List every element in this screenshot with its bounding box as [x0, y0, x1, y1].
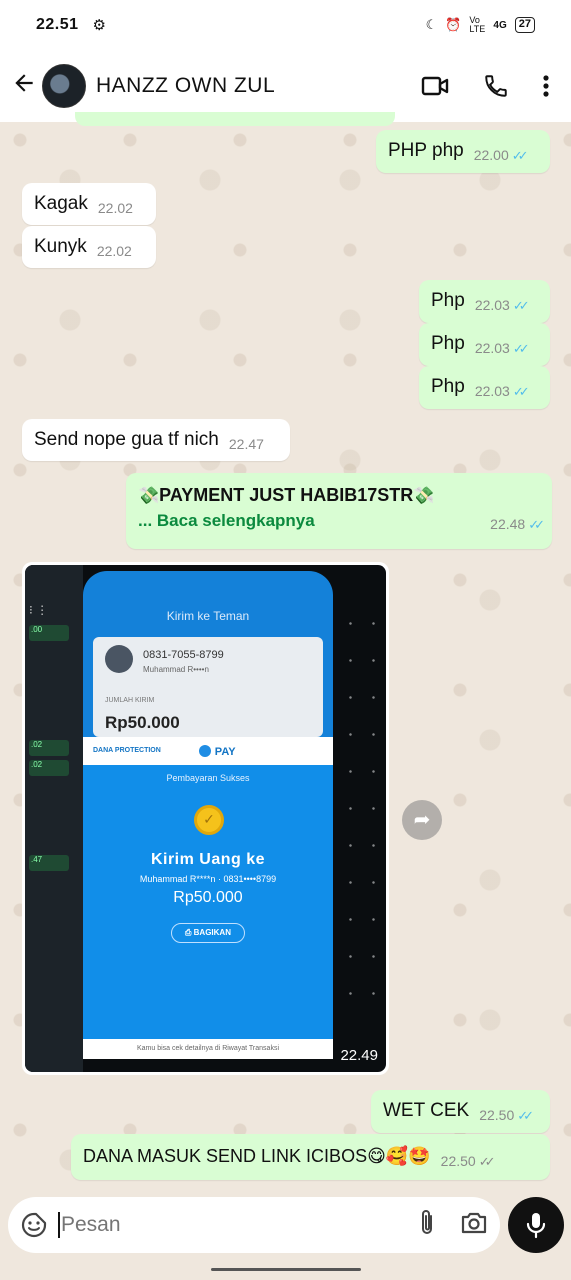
message-time: 22.02 [96, 243, 132, 259]
contact-name[interactable]: HANZZ OWN ZUL [96, 74, 275, 98]
image-time: 22.49 [340, 1047, 378, 1064]
message-incoming[interactable]: Send nope gua tf nich 22.47 [22, 419, 290, 461]
share-label: BAGIKAN [193, 928, 231, 937]
recipient-avatar [105, 645, 133, 673]
message-incoming[interactable]: Kagak 22.02 [22, 183, 156, 225]
message-text: Kagak [34, 193, 88, 214]
message-outgoing[interactable]: Php 22.03 ✓✓ [419, 366, 550, 409]
settings-gear-icon: ⚙ [92, 17, 106, 34]
message-time: 22.50 [440, 1153, 476, 1169]
message-outgoing[interactable]: Php 22.03 ✓✓ [419, 323, 550, 366]
recipient-name: Muhammad R••••n [143, 665, 209, 674]
screenshot-time: .02 [29, 760, 69, 776]
message-time: 22.47 [228, 436, 264, 452]
screenshot-left-panel: ⁝ ⋮ .00 .02 .02 .47 [25, 565, 83, 1072]
volte-indicator: Vo LTE [469, 15, 486, 34]
read-ticks-icon: ✓✓ [512, 384, 530, 399]
status-icons: ☾ ⏰ Vo LTE 4G 27 [426, 16, 535, 34]
back-arrow-icon[interactable] [6, 70, 42, 103]
message-text: Php [431, 333, 465, 354]
attach-icon[interactable] [418, 1208, 436, 1243]
text-cursor [58, 1212, 60, 1238]
previous-message-edge [75, 112, 395, 126]
payment-footer: Kamu bisa cek detailnya di Riwayat Trans… [83, 1039, 333, 1059]
message-outgoing[interactable]: WET CEK 22.50 ✓✓ [371, 1090, 550, 1133]
read-ticks-icon: ✓✓ [511, 148, 529, 163]
signal-indicator: 4G [493, 19, 507, 31]
message-outgoing[interactable]: PHP php 22.00 ✓✓ [376, 130, 550, 173]
dots-icon: ⁝ ⋮ [29, 603, 49, 617]
video-call-icon[interactable] [421, 75, 449, 97]
message-outgoing[interactable]: Php 22.03 ✓✓ [419, 280, 550, 323]
battery-indicator: 27 [514, 17, 535, 33]
read-ticks-icon: ✓✓ [512, 298, 530, 313]
forward-icon[interactable]: ➦ [402, 800, 442, 840]
screenshot-time: .47 [29, 855, 69, 871]
message-text: WET CEK [383, 1100, 470, 1121]
moon-icon: ☾ [425, 17, 438, 32]
payment-screenshot[interactable]: ⁝ ⋮ .00 .02 .02 .47 Kirim ke Teman 0831-… [25, 565, 386, 1072]
read-ticks-icon: ✓✓ [517, 1108, 534, 1123]
payment-title-line: 💸PAYMENT JUST HABIB17STR💸 [138, 483, 540, 508]
contact-avatar[interactable] [42, 64, 86, 108]
message-time: 22.03 [474, 297, 510, 313]
message-incoming[interactable]: Kunyk 22.02 [22, 226, 156, 268]
message-time: 22.03 [474, 383, 510, 399]
money-emoji-icon: 💸 [413, 486, 435, 505]
message-time: 22.02 [97, 200, 133, 216]
payment-heading: Kirim Uang ke [150, 851, 266, 868]
phone-icon[interactable] [483, 73, 509, 99]
money-emoji-icon: 💸 [138, 486, 160, 505]
payment-header: DANA PROTECTION PAY [83, 737, 333, 765]
message-text: Send nope gua tf nich [34, 429, 219, 450]
transfer-screen: Kirim ke Teman 0831-7055-8799 Muhammad R… [83, 571, 333, 741]
message-input-bar [8, 1197, 500, 1253]
transfer-title: Kirim ke Teman [166, 609, 250, 623]
alarm-icon: ⏰ [445, 17, 462, 32]
payment-amount: Rp50.000 [173, 889, 243, 906]
message-text: Kunyk [34, 236, 87, 257]
screenshot-time: .00 [29, 625, 69, 641]
system-nav-bar [0, 1260, 571, 1280]
message-input[interactable] [61, 1213, 361, 1237]
message-outgoing[interactable]: DANA MASUK SEND LINK ICIBOS😋🥰🤩 22.50 ✓✓ [71, 1134, 550, 1180]
status-time: 22.51 [36, 16, 79, 33]
screenshot-time: .02 [29, 740, 69, 756]
status-bar: 22.51 ⚙ ☾ ⏰ Vo LTE 4G 27 [0, 0, 571, 50]
message-image[interactable]: ⁝ ⋮ .00 .02 .02 .47 Kirim ke Teman 0831-… [22, 562, 389, 1075]
pay-logo: PAY [199, 745, 236, 758]
delivered-ticks-icon: ✓✓ [478, 1154, 496, 1169]
success-check-icon: ✓ [194, 805, 224, 835]
message-text: Php [431, 290, 465, 311]
amount-value: Rp50.000 [105, 713, 180, 732]
payment-recipient: Muhammad R****n · 0831••••8799 [139, 874, 277, 884]
message-time: 22.00 [473, 147, 509, 163]
payment-success-panel: DANA PROTECTION PAY Pembayaran Sukses ✓ … [83, 737, 333, 1059]
message-text: PAYMENT JUST HABIB17STR [159, 485, 414, 505]
microphone-icon [526, 1213, 546, 1239]
payment-status: Pembayaran Sukses [166, 773, 250, 783]
share-button: ⎙ BAGIKAN [171, 923, 245, 943]
read-more-link[interactable]: ... Baca selengkapnya [138, 509, 315, 533]
voice-record-button[interactable] [508, 1197, 564, 1253]
message-text: DANA MASUK SEND LINK ICIBOS😋🥰🤩 [83, 1146, 431, 1166]
message-time: 22.50 [479, 1107, 515, 1123]
camera-icon[interactable] [460, 1210, 488, 1241]
message-time: 22.03 [474, 340, 510, 356]
message-text: PHP php [388, 140, 464, 161]
dana-protection-logo: DANA PROTECTION [93, 747, 161, 754]
recipient-card: 0831-7055-8799 Muhammad R••••n JUMLAH KI… [93, 637, 323, 737]
more-options-icon[interactable] [543, 74, 549, 98]
recipient-phone: 0831-7055-8799 [143, 649, 224, 661]
home-handle[interactable] [211, 1268, 361, 1271]
amount-label: JUMLAH KIRIM [105, 697, 155, 704]
sticker-icon[interactable] [20, 1211, 48, 1239]
message-text: Php [431, 376, 465, 397]
header-actions [421, 73, 549, 99]
read-ticks-icon: ✓✓ [528, 517, 545, 532]
message-outgoing-long[interactable]: 💸PAYMENT JUST HABIB17STR💸 ... Baca selen… [126, 473, 552, 549]
read-ticks-icon: ✓✓ [512, 341, 530, 356]
message-time: 22.48 [490, 516, 526, 532]
